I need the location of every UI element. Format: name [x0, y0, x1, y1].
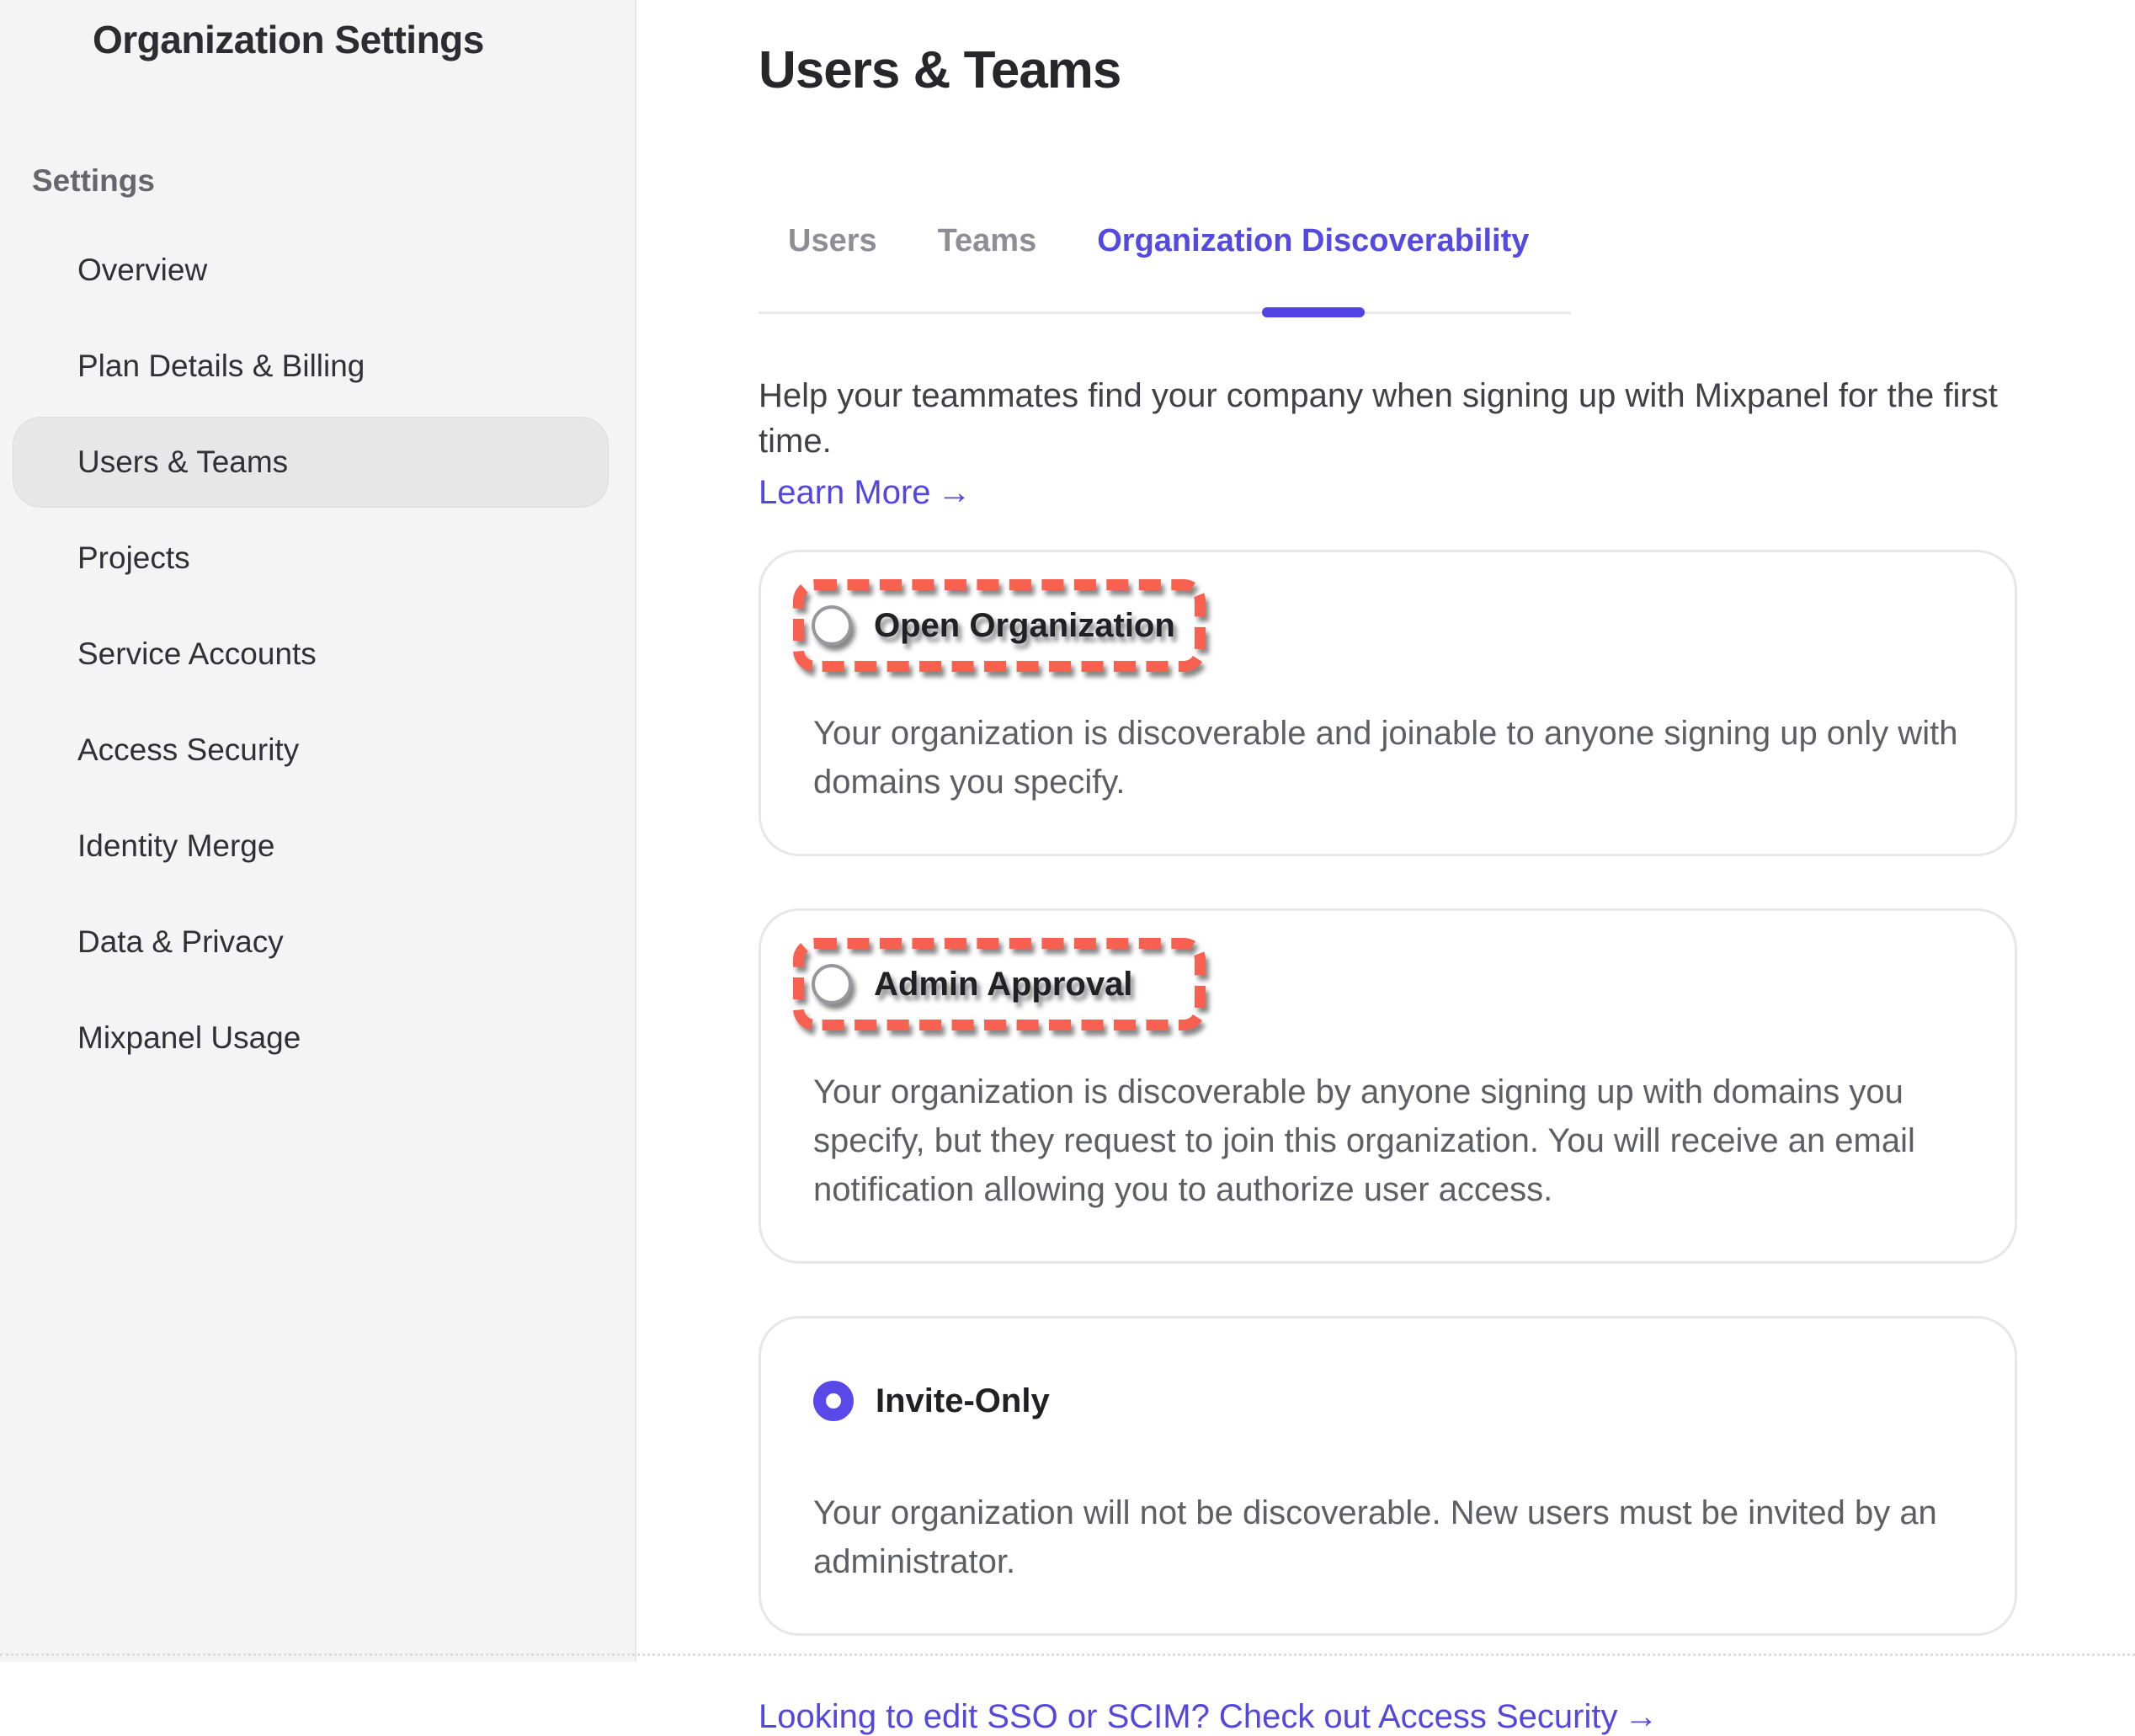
sidebar-nav: Overview Plan Details & Billing Users & …: [0, 222, 635, 1086]
arrow-right-icon: →: [938, 474, 972, 511]
intro-text: Help your teammates find your company wh…: [759, 373, 2021, 464]
sidebar-title: Organization Settings: [93, 17, 635, 62]
tab-users[interactable]: Users: [788, 223, 877, 312]
sidebar-item-overview[interactable]: Overview: [0, 222, 635, 318]
arrow-right-icon: →: [1624, 1698, 1658, 1735]
tab-organization-discoverability[interactable]: Organization Discoverability: [1097, 223, 1529, 312]
tab-bar: Users Teams Organization Discoverability: [759, 223, 1571, 314]
sidebar-item-mixpanel-usage[interactable]: Mixpanel Usage: [0, 990, 635, 1086]
page-bottom-divider: [0, 1653, 2135, 1656]
option-row: Admin Approval: [812, 964, 1132, 1004]
option-row: Open Organization: [812, 605, 1175, 646]
sidebar-item-service-accounts[interactable]: Service Accounts: [0, 606, 635, 702]
main-content: Users & Teams Users Teams Organization D…: [636, 0, 2135, 1662]
open-organization-radio[interactable]: [812, 605, 852, 646]
sidebar-item-data-privacy[interactable]: Data & Privacy: [0, 894, 635, 990]
option-description: Your organization will not be discoverab…: [813, 1488, 1964, 1586]
option-card-admin-approval: Admin Approval Your organization is disc…: [759, 908, 2017, 1264]
option-title: Invite-Only: [876, 1382, 1050, 1420]
sidebar-item-access-security[interactable]: Access Security: [0, 702, 635, 798]
admin-approval-radio[interactable]: [812, 964, 852, 1004]
sidebar-item-identity-merge[interactable]: Identity Merge: [0, 798, 635, 894]
option-title: Admin Approval: [874, 966, 1132, 1004]
sidebar-item-projects[interactable]: Projects: [0, 510, 635, 606]
sidebar-section-label: Settings: [32, 163, 635, 199]
option-row: Invite-Only: [813, 1367, 1964, 1435]
invite-only-radio[interactable]: [813, 1381, 854, 1421]
tab-teams[interactable]: Teams: [938, 223, 1037, 312]
discoverability-options: Open Organization Your organization is d…: [759, 550, 2021, 1636]
page-title: Users & Teams: [759, 40, 2021, 100]
sidebar-item-users-teams[interactable]: Users & Teams: [0, 414, 635, 510]
option-description: Your organization is discoverable and jo…: [813, 709, 1964, 807]
option-card-open-organization: Open Organization Your organization is d…: [759, 550, 2017, 856]
option-card-invite-only: Invite-Only Your organization will not b…: [759, 1316, 2017, 1636]
sidebar: Organization Settings Settings Overview …: [0, 0, 636, 1662]
sidebar-item-plan-details-billing[interactable]: Plan Details & Billing: [0, 318, 635, 414]
organization-settings-page: Organization Settings Settings Overview …: [0, 0, 2135, 1662]
learn-more-link[interactable]: Learn More→: [759, 474, 972, 512]
access-security-link[interactable]: Looking to edit SSO or SCIM? Check out A…: [759, 1698, 1658, 1736]
option-description: Your organization is discoverable by any…: [813, 1068, 1964, 1214]
annotation-highlight-box: Admin Approval: [793, 938, 1206, 1030]
footer-link-row: Looking to edit SSO or SCIM? Check out A…: [759, 1688, 2021, 1736]
option-title: Open Organization: [874, 607, 1175, 645]
active-tab-indicator: [1262, 307, 1365, 317]
annotation-highlight-box: Open Organization: [793, 579, 1206, 672]
